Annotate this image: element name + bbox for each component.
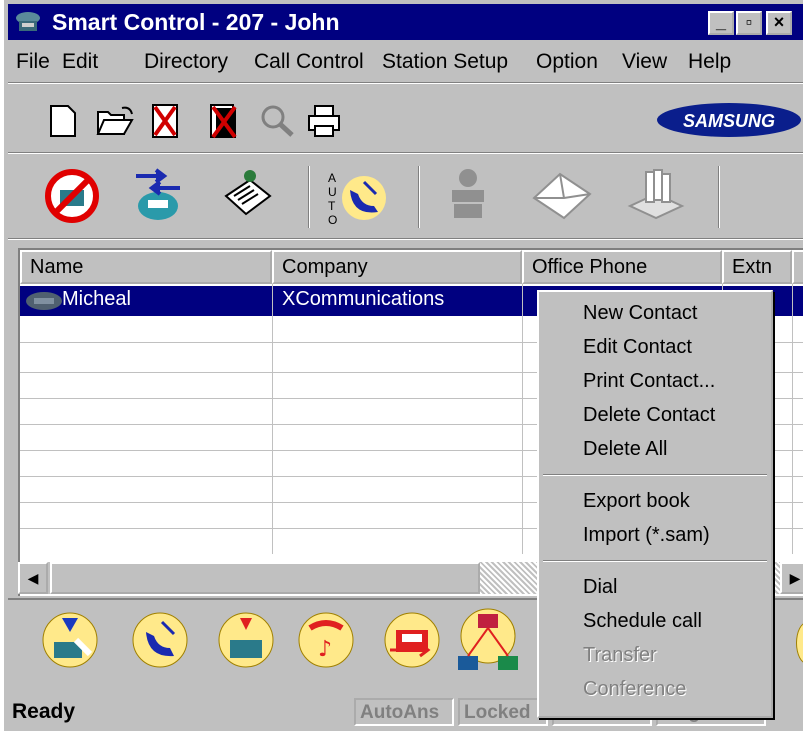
auto-answer-icon[interactable]: A U T O <box>324 166 388 226</box>
svg-text:♪: ♪ <box>318 637 332 662</box>
transfer-phone-icon[interactable] <box>382 610 442 670</box>
menu-file[interactable]: File <box>16 50 50 74</box>
contact-company: XCommunications <box>282 288 445 310</box>
column-header-more[interactable] <box>792 250 803 284</box>
menu-item-delete-contact[interactable]: Delete Contact <box>583 404 715 427</box>
status-ready: Ready <box>12 700 76 723</box>
search-icon[interactable] <box>260 104 296 138</box>
menu-station-setup[interactable]: Station Setup <box>382 50 508 74</box>
hook-phone-icon[interactable] <box>40 610 100 670</box>
scroll-left-button[interactable]: ◀ <box>18 562 48 594</box>
menu-item-schedule-call[interactable]: Schedule call <box>583 610 702 633</box>
music-hold-icon[interactable]: ♪ <box>296 610 356 670</box>
menu-item-new-contact[interactable]: New Contact <box>583 302 698 325</box>
svg-text:A: A <box>328 171 336 185</box>
context-menu: New Contact Edit Contact Print Contact..… <box>537 290 773 718</box>
separator <box>308 166 310 228</box>
open-folder-icon[interactable] <box>96 104 136 138</box>
delete-red-icon[interactable] <box>150 102 180 140</box>
grid-line <box>272 284 273 554</box>
menu-bar: File Edit Directory Call Control Station… <box>8 44 803 80</box>
window-title: Smart Control - 207 - John <box>52 9 340 35</box>
maximize-button[interactable]: ▫ <box>736 11 762 35</box>
separator <box>718 166 720 228</box>
menu-item-edit-contact[interactable]: Edit Contact <box>583 336 692 359</box>
memo-icon[interactable] <box>220 166 276 222</box>
forward-phone-icon[interactable] <box>130 166 186 224</box>
title-bar[interactable]: Smart Control - 207 - John _ ▫ × <box>8 4 803 40</box>
svg-text:U: U <box>328 185 337 199</box>
stack-icon[interactable] <box>624 166 688 224</box>
station-icon[interactable] <box>444 166 492 222</box>
pickup-phone-icon[interactable] <box>216 610 276 670</box>
menu-item-transfer: Transfer <box>583 644 657 666</box>
more-call-button[interactable] <box>796 622 803 664</box>
conference-phones-icon[interactable] <box>454 606 524 678</box>
dnd-phone-icon[interactable] <box>44 168 100 224</box>
separator <box>8 238 803 240</box>
menu-directory[interactable]: Directory <box>144 50 228 74</box>
dial-phone-icon[interactable] <box>130 610 190 670</box>
separator <box>8 82 803 84</box>
samsung-logo: SAMSUNG <box>657 103 801 137</box>
menu-option[interactable]: Option <box>536 50 598 74</box>
app-icon <box>16 12 40 31</box>
menu-view[interactable]: View <box>622 50 667 74</box>
separator <box>8 152 803 154</box>
grid-line <box>522 284 523 554</box>
menu-separator <box>543 474 767 476</box>
mail-icon[interactable] <box>530 170 594 222</box>
contact-name: Micheal <box>62 288 131 310</box>
column-header-extn[interactable]: Extn <box>722 250 792 284</box>
column-header-office-phone[interactable]: Office Phone <box>522 250 722 284</box>
brand-text: SAMSUNG <box>683 111 775 131</box>
grid-line <box>792 284 793 554</box>
menu-item-dial[interactable]: Dial <box>583 576 617 599</box>
menu-item-export-book[interactable]: Export book <box>583 490 690 513</box>
menu-help[interactable]: Help <box>688 50 731 74</box>
svg-text:O: O <box>328 213 337 226</box>
menu-call-control[interactable]: Call Control <box>254 50 364 74</box>
svg-text:T: T <box>328 199 336 213</box>
menu-item-import[interactable]: Import (*.sam) <box>583 524 710 547</box>
minimize-button[interactable]: _ <box>708 11 734 35</box>
separator <box>418 166 420 228</box>
menu-item-print-contact[interactable]: Print Contact... <box>583 370 715 393</box>
delete-all-icon[interactable] <box>208 102 238 140</box>
new-file-icon[interactable] <box>48 104 78 138</box>
menu-item-delete-all[interactable]: Delete All <box>583 438 668 461</box>
column-header-name[interactable]: Name <box>20 250 272 284</box>
status-locked: Locked <box>458 698 548 726</box>
menu-separator <box>543 560 767 562</box>
app-window: Smart Control - 207 - John _ ▫ × File Ed… <box>4 0 803 731</box>
scroll-thumb[interactable] <box>50 562 480 594</box>
column-header-company[interactable]: Company <box>272 250 522 284</box>
close-button[interactable]: × <box>766 11 792 35</box>
menu-edit[interactable]: Edit <box>62 50 98 74</box>
status-autoans: AutoAns <box>354 698 454 726</box>
menu-item-conference: Conference <box>583 678 687 700</box>
print-icon[interactable] <box>306 104 342 138</box>
contact-phone-icon <box>26 292 62 310</box>
scroll-right-button[interactable]: ▶ <box>780 562 803 594</box>
